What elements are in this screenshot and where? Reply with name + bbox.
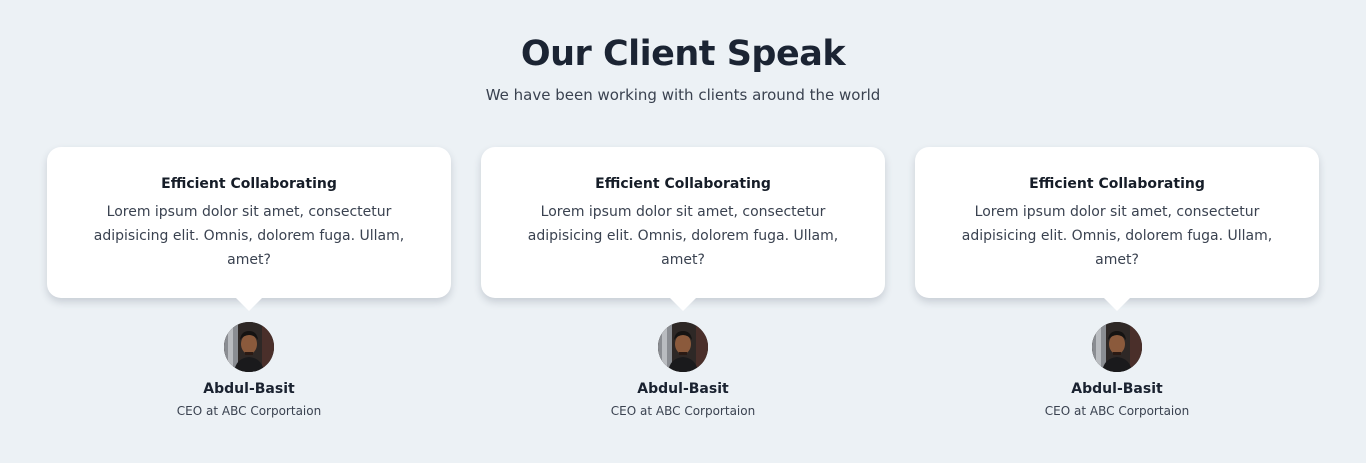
testimonial-card: Efficient Collaborating Lorem ipsum dolo… xyxy=(915,147,1319,420)
client-role: CEO at ABC Corportaion xyxy=(1044,404,1190,418)
testimonials-section: Our Client Speak We have been working wi… xyxy=(0,0,1366,418)
client-role: CEO at ABC Corportaion xyxy=(176,404,322,418)
avatar xyxy=(658,322,708,372)
quote-text: Lorem ipsum dolor sit amet, consectetur … xyxy=(961,204,1273,268)
client-name: Abdul-Basit xyxy=(203,381,295,397)
testimonial-card: Efficient Collaborating Lorem ipsum dolo… xyxy=(481,147,885,420)
quote-heading: Efficient Collaborating xyxy=(161,176,337,192)
client-role: CEO at ABC Corportaion xyxy=(610,404,756,418)
client-name: Abdul-Basit xyxy=(637,381,729,397)
quote-heading: Efficient Collaborating xyxy=(595,176,771,192)
avatar-photo xyxy=(1092,322,1142,372)
quote-text: Lorem ipsum dolor sit amet, consectetur … xyxy=(93,204,405,268)
testimonial-card: Efficient Collaborating Lorem ipsum dolo… xyxy=(47,147,451,420)
quote-text: Lorem ipsum dolor sit amet, consectetur … xyxy=(527,204,839,268)
section-title: Our Client Speak xyxy=(520,34,846,74)
quote-heading: Efficient Collaborating xyxy=(1029,176,1205,192)
client-name: Abdul-Basit xyxy=(1071,381,1163,397)
quote-bubble: Efficient Collaborating Lorem ipsum dolo… xyxy=(47,147,451,311)
section-subtitle: We have been working with clients around… xyxy=(485,86,881,104)
avatar xyxy=(1092,322,1142,372)
section-header: Our Client Speak We have been working wi… xyxy=(0,0,1366,106)
quote-bubble: Efficient Collaborating Lorem ipsum dolo… xyxy=(915,147,1319,311)
testimonial-list: Efficient Collaborating Lorem ipsum dolo… xyxy=(47,147,1319,420)
avatar-photo xyxy=(224,322,274,372)
quote-bubble: Efficient Collaborating Lorem ipsum dolo… xyxy=(481,147,885,311)
avatar-photo xyxy=(658,322,708,372)
avatar xyxy=(224,322,274,372)
